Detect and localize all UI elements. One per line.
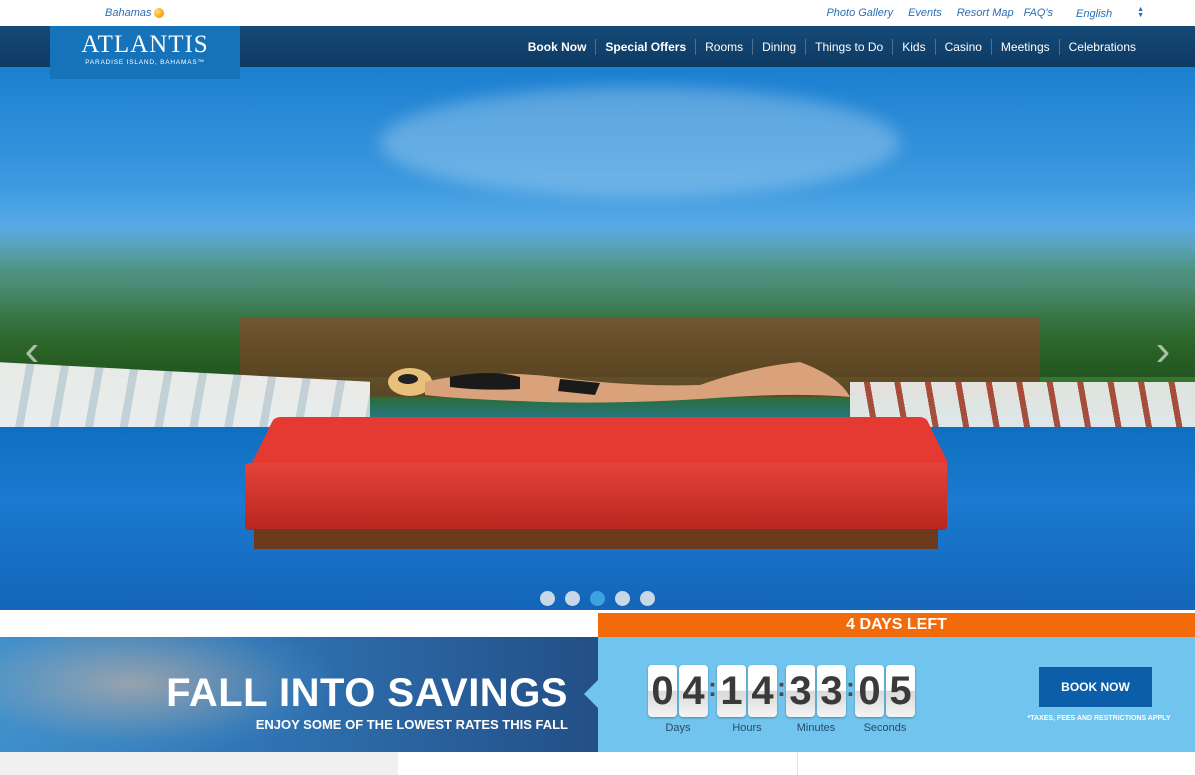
resort-map-link[interactable]: Resort Map bbox=[957, 7, 1014, 19]
countdown-separator: : bbox=[846, 672, 855, 702]
promo-notch bbox=[584, 680, 598, 708]
slide-dot[interactable] bbox=[640, 591, 655, 606]
countdown-digit: 3 bbox=[786, 665, 815, 717]
slide-indicators bbox=[540, 591, 655, 606]
nav-things-to-do[interactable]: Things to Do bbox=[805, 38, 892, 55]
countdown-hours-digits: 14 bbox=[717, 665, 777, 717]
column-divider bbox=[797, 752, 798, 775]
main-nav: Book Now Special Offers Rooms Dining Thi… bbox=[519, 26, 1145, 67]
countdown-seconds-digits: 05 bbox=[855, 665, 915, 717]
nav-kids[interactable]: Kids bbox=[892, 38, 934, 55]
fine-print: *TAXES, FEES AND RESTRICTIONS APPLY bbox=[1027, 715, 1171, 722]
countdown-panel: 04 Days : 14 Hours : 33 Minutes : 05 Sec… bbox=[598, 637, 1195, 752]
countdown-minutes-label: Minutes bbox=[796, 722, 836, 734]
events-link[interactable]: Events bbox=[908, 7, 942, 19]
nav-casino[interactable]: Casino bbox=[934, 38, 991, 55]
select-arrows-icon: ▲ ▼ bbox=[1137, 6, 1144, 19]
countdown-separator: : bbox=[777, 672, 786, 702]
countdown-days-label: Days bbox=[665, 722, 691, 734]
content-column-left bbox=[0, 752, 398, 775]
countdown-seconds: 05 Seconds bbox=[855, 665, 915, 734]
countdown-digit: 4 bbox=[679, 665, 708, 717]
logo-wordmark: ATLANTIS bbox=[81, 31, 209, 58]
nav-special-offers[interactable]: Special Offers bbox=[595, 38, 695, 55]
logo-tagline: PARADISE ISLAND, BAHAMAS™ bbox=[85, 59, 205, 66]
days-left-banner: 4 DAYS LEFT bbox=[598, 613, 1195, 637]
hero-sunbather bbox=[388, 362, 850, 403]
content-strip bbox=[0, 752, 1195, 775]
utility-bar: Bahamas Photo Gallery Events Resort Map … bbox=[0, 0, 1195, 26]
region-link[interactable]: Bahamas bbox=[105, 7, 165, 19]
slide-dot[interactable] bbox=[540, 591, 555, 606]
hero-daybed-top bbox=[250, 417, 950, 467]
hero-daybed bbox=[245, 463, 947, 530]
countdown-hours-label: Hours bbox=[732, 722, 762, 734]
sun-icon bbox=[154, 8, 165, 18]
countdown-digit: 5 bbox=[886, 665, 915, 717]
countdown-digit: 1 bbox=[717, 665, 746, 717]
countdown-separator: : bbox=[708, 672, 717, 702]
photo-gallery-link[interactable]: Photo Gallery bbox=[826, 7, 893, 19]
nav-rooms[interactable]: Rooms bbox=[695, 38, 752, 55]
slide-prev-arrow-icon[interactable]: ‹ bbox=[17, 329, 47, 373]
slide-dot[interactable] bbox=[590, 591, 605, 606]
language-value: English bbox=[1076, 8, 1113, 20]
slide-dot[interactable] bbox=[565, 591, 580, 606]
nav-meetings[interactable]: Meetings bbox=[990, 38, 1059, 55]
hero-daybed-base bbox=[254, 529, 938, 549]
hero-clouds bbox=[380, 87, 900, 197]
countdown-digit: 0 bbox=[648, 665, 677, 717]
nav-celebrations[interactable]: Celebrations bbox=[1058, 38, 1145, 55]
slide-dot[interactable] bbox=[615, 591, 630, 606]
nav-dining[interactable]: Dining bbox=[752, 38, 805, 55]
book-now-button[interactable]: BOOK NOW bbox=[1039, 667, 1152, 707]
countdown-timer: 04 Days : 14 Hours : 33 Minutes : 05 Sec… bbox=[648, 665, 915, 734]
countdown-days: 04 Days bbox=[648, 665, 708, 734]
countdown-digit: 4 bbox=[748, 665, 777, 717]
countdown-seconds-label: Seconds bbox=[863, 722, 907, 734]
atlantis-logo[interactable]: ATLANTIS PARADISE ISLAND, BAHAMAS™ bbox=[50, 26, 240, 79]
countdown-minutes: 33 Minutes bbox=[786, 665, 846, 734]
region-label[interactable]: Bahamas bbox=[105, 7, 151, 19]
countdown-digit: 3 bbox=[817, 665, 846, 717]
promo-subtitle: ENJOY SOME OF THE LOWEST RATES THIS FALL bbox=[255, 717, 568, 732]
hero-slideshow: ‹ › bbox=[0, 67, 1195, 610]
countdown-minutes-digits: 33 bbox=[786, 665, 846, 717]
language-select[interactable]: English ▲ ▼ bbox=[1076, 6, 1144, 20]
promo-title: FALL INTO SAVINGS bbox=[166, 671, 568, 715]
countdown-hours: 14 Hours bbox=[717, 665, 777, 734]
countdown-digit: 0 bbox=[855, 665, 884, 717]
nav-book-now[interactable]: Book Now bbox=[519, 39, 596, 55]
faq-link[interactable]: FAQ's bbox=[1024, 7, 1053, 19]
countdown-days-digits: 04 bbox=[648, 665, 708, 717]
utility-links: Photo Gallery Events Resort Map FAQ's bbox=[826, 7, 1053, 19]
promo-banner[interactable]: FALL INTO SAVINGS ENJOY SOME OF THE LOWE… bbox=[0, 637, 598, 752]
slide-next-arrow-icon[interactable]: › bbox=[1148, 329, 1178, 373]
